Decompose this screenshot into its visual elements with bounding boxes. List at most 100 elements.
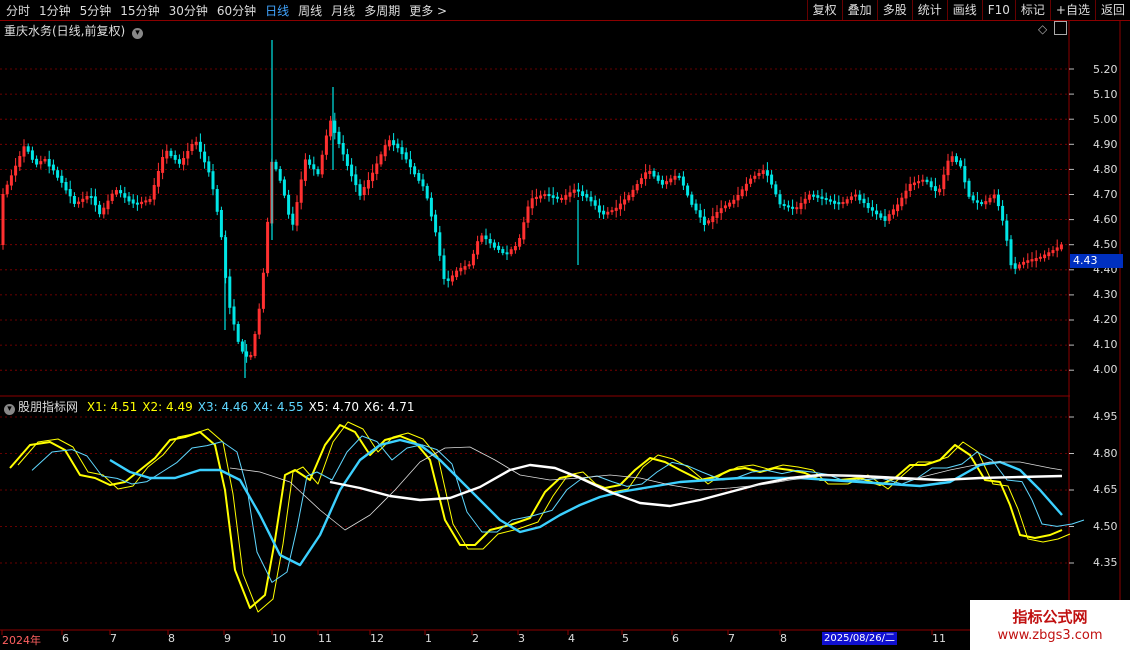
candle-body — [917, 181, 921, 184]
time-label: 10 — [272, 632, 286, 645]
candle-body — [576, 189, 580, 192]
candle-body — [1055, 247, 1059, 251]
candle-body — [812, 194, 816, 197]
indicator-tick: 4.65 — [1093, 483, 1118, 496]
candle-body — [169, 150, 173, 157]
candle-body — [434, 214, 438, 233]
candle-body — [505, 252, 509, 255]
indicator-line-x1 — [9, 424, 1063, 609]
candle-body — [623, 199, 627, 205]
time-label: 12 — [370, 632, 384, 645]
candle-body — [207, 161, 211, 173]
time-label: 7 — [110, 632, 117, 645]
candle-body — [274, 161, 278, 170]
candle-body — [820, 196, 824, 199]
candle-body — [791, 206, 795, 209]
candle-body — [795, 207, 799, 210]
candle-body — [614, 207, 618, 211]
candle-body — [959, 160, 963, 167]
candle-body — [618, 203, 622, 210]
candle-body — [362, 187, 366, 195]
candle-body — [891, 209, 895, 215]
candle-body — [749, 178, 753, 184]
candle-body — [560, 197, 564, 200]
candle-body — [753, 175, 757, 179]
candle-body — [119, 190, 123, 194]
candle-body — [677, 175, 681, 178]
candle-body — [261, 272, 265, 309]
candle-body — [925, 179, 929, 183]
candle-body — [81, 198, 85, 202]
price-tick: 4.70 — [1093, 188, 1118, 201]
candle-body — [98, 204, 102, 215]
candle-body — [681, 176, 685, 186]
candle-body — [967, 180, 971, 197]
time-label: 9 — [224, 632, 231, 645]
candle-body — [358, 184, 362, 196]
candle-body — [30, 150, 34, 160]
candle-body — [1030, 259, 1034, 262]
candle-body — [64, 182, 68, 191]
candle-body — [190, 144, 194, 152]
watermark-url: www.zbgs3.com — [997, 628, 1103, 643]
panel-toggle-icon[interactable] — [1054, 21, 1067, 35]
candle-body — [299, 179, 303, 203]
chevron-down-icon[interactable]: ▾ — [4, 404, 15, 415]
readout-3: X4: 4.55 — [253, 400, 304, 414]
time-label: 6 — [62, 632, 69, 645]
candle-body — [719, 208, 723, 214]
indicator-caption: ▾ 股朋指标网 X1: 4.51 X2: 4.49 X3: 4.46 X4: 4.55 X… — [4, 398, 414, 415]
candle-body — [308, 159, 312, 165]
chart-canvas[interactable] — [0, 0, 1130, 650]
candle-body — [400, 147, 404, 155]
readout-0: X1: 4.51 — [86, 400, 138, 414]
candle-body — [396, 143, 400, 149]
candle-body — [51, 164, 55, 171]
candle-body — [635, 184, 639, 191]
time-label: 3 — [518, 632, 525, 645]
time-label: 6 — [672, 632, 679, 645]
candle-body — [249, 355, 253, 358]
candle-body — [173, 155, 177, 160]
candle-body — [60, 175, 64, 183]
candle-body — [232, 306, 236, 325]
candle-body — [996, 194, 1000, 207]
candle-body — [404, 152, 408, 160]
candle-body — [715, 212, 719, 218]
candle-body — [291, 213, 295, 225]
candle-body — [106, 200, 110, 210]
candle-body — [942, 174, 946, 190]
candle-body — [198, 141, 202, 152]
candle-body — [770, 174, 774, 185]
candle-body — [413, 166, 417, 175]
price-tick: 4.60 — [1093, 213, 1118, 226]
candle-body — [530, 198, 534, 209]
candle-body — [799, 203, 803, 209]
candle-body — [711, 216, 715, 223]
candle-body — [606, 211, 610, 215]
watermark-title: 指标公式网 — [1012, 608, 1088, 626]
candle-body — [480, 235, 484, 242]
candle-body — [228, 276, 232, 308]
candle-body — [665, 181, 669, 185]
time-label: 11 — [932, 632, 946, 645]
candle-body — [929, 181, 933, 188]
candle-body — [610, 210, 614, 213]
candle-body — [786, 205, 790, 208]
current-price-tag: 4.43 — [1070, 254, 1123, 268]
chevron-down-icon[interactable]: ▾ — [132, 28, 144, 39]
candle-body — [522, 222, 526, 240]
candle-body — [341, 143, 345, 155]
candle-body — [879, 213, 883, 218]
candle-body — [39, 161, 43, 165]
candle-body — [123, 193, 127, 198]
candle-body — [18, 156, 22, 167]
candle-body — [1038, 256, 1042, 259]
candle-body — [93, 196, 97, 206]
time-label: 5 — [622, 632, 629, 645]
diamond-icon[interactable]: ◇ — [1038, 22, 1047, 36]
candle-body — [156, 171, 160, 187]
candle-body — [757, 173, 761, 176]
candle-body — [324, 135, 328, 155]
candle-body — [1017, 264, 1021, 269]
